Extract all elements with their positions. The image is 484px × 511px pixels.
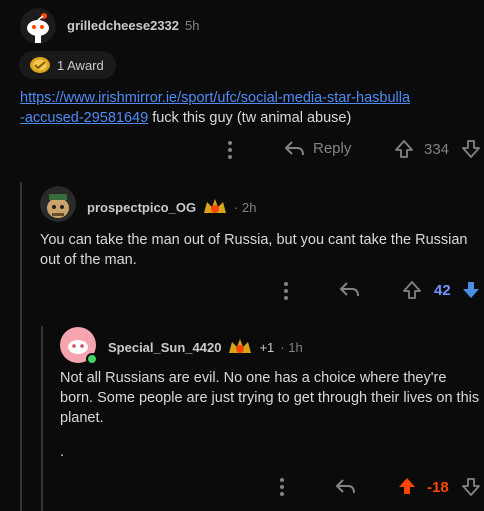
comment-timestamp: 5h [185,18,200,33]
more-vertical-icon [228,141,232,159]
reply-button[interactable] [334,477,356,495]
upvote-button[interactable] [402,280,422,300]
vote-score: 42 [434,282,451,299]
comment-author[interactable]: grilledcheese2332 [67,18,179,33]
upvote-arrow-icon [403,281,421,299]
more-options-button[interactable] [224,140,236,160]
upvote-button[interactable] [397,476,417,496]
comment-author[interactable]: prospectpico_OG [87,200,196,215]
comment-body: You can take the man out of Russia, but … [40,232,468,268]
upvote-arrow-icon [395,140,413,158]
thread-line-level1[interactable] [20,182,22,511]
comment-timestamp: · 1h [280,339,303,355]
snoo-avatar-icon [60,327,98,365]
snoo-avatar-icon [20,8,56,44]
award-badge[interactable]: 1 Award [19,51,116,79]
vote-score: -18 [427,479,449,496]
reply-icon [284,141,304,156]
reply-icon [335,479,355,494]
vote-score: 334 [424,141,450,158]
upvote-arrow-icon [399,478,415,494]
downvote-button[interactable] [461,280,481,300]
flair-award-icon [204,199,227,213]
reply-button[interactable]: Reply [283,139,351,157]
downvote-arrow-icon [463,282,479,298]
comment-trailing-text: . [60,444,65,460]
more-vertical-icon [284,282,288,300]
avatar[interactable] [60,327,98,365]
comment-body: Not all Russians are evil. No one has a … [60,370,480,426]
more-vertical-icon [280,478,284,496]
downvote-arrow-icon [462,140,480,158]
downvote-arrow-icon [462,478,480,496]
comment-text: fuck this guy (tw animal abuse) [152,110,352,126]
award-count: +1 [259,339,275,355]
comment-timestamp: · 2h [234,199,257,215]
downvote-button[interactable] [461,139,481,159]
avatar[interactable] [20,8,56,44]
avatar[interactable] [40,186,76,222]
downvote-button[interactable] [461,477,481,497]
award-label: 1 Award [57,57,104,73]
upvote-button[interactable] [394,139,414,159]
award-icon [30,57,50,73]
comment-author[interactable]: Special_Sun_4420 [108,340,221,355]
more-options-button[interactable] [280,281,292,301]
comment-body: https://www.irishmirror.ie/sport/ufc/soc… [20,88,480,128]
reply-label: Reply [313,139,352,157]
more-options-button[interactable] [276,477,288,497]
reply-icon [339,282,359,297]
user-avatar-icon [40,186,76,222]
thread-line-level2[interactable] [41,326,43,511]
flair-award-icon [229,339,252,353]
reply-button[interactable] [338,280,360,298]
